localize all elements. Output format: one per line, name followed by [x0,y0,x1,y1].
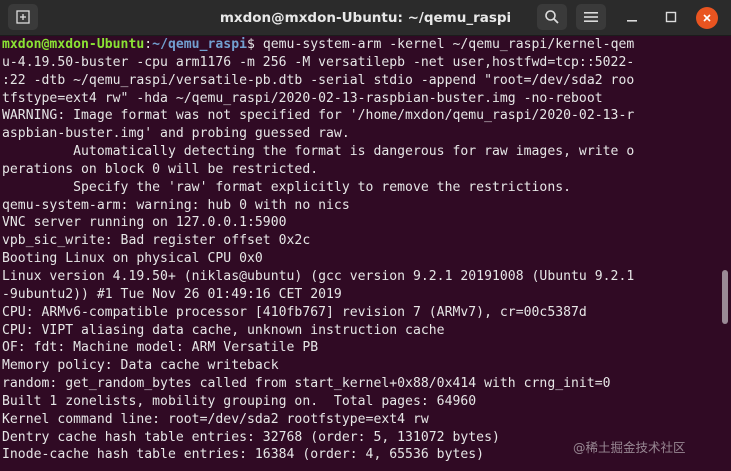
prompt-separator: : [144,37,153,52]
output-line: random: get_random_bytes called from sta… [2,376,611,392]
output-line: tfstype=ext4 rw" -hda ~/qemu_raspi/2020-… [2,90,603,106]
terminal-output[interactable]: mxdon@mxdon-Ubuntu:~/qemu_raspi$ qemu-sy… [0,36,716,471]
close-icon [703,14,711,22]
menu-button[interactable] [576,4,606,30]
output-line: u-4.19.50-buster -cpu arm1176 -m 256 -M … [2,54,635,70]
title-bar: mxdon@mxdon-Ubuntu: ~/qemu_raspi [0,0,731,36]
watermark-text: @稀土掘金技术社区 [573,439,686,455]
hamburger-menu-icon [584,12,598,22]
scrollbar-thumb[interactable] [722,270,728,324]
search-button[interactable] [537,4,567,30]
output-lines: u-4.19.50-buster -cpu arm1176 -m 256 -M … [0,54,716,464]
maximize-icon [665,11,677,23]
output-line: qemu-system-arm: warning: hub 0 with no … [2,197,350,213]
output-line: WARNING: Image format was not specified … [2,108,635,124]
output-line: OF: fdt: Machine model: ARM Versatile PB [2,340,319,356]
output-line: CPU: ARMv6-compatible processor [410fb76… [2,304,587,320]
command-text: qemu-system-arm -kernel ~/qemu_raspi/ker… [262,37,635,52]
output-line: -9ubuntu2)) #1 Tue Nov 26 01:49:16 CET 2… [2,286,342,302]
prompt-line: mxdon@mxdon-Ubuntu:~/qemu_raspi$ qemu-sy… [0,36,716,54]
output-line: Memory policy: Data cache writeback [2,358,279,374]
prompt-symbol: $ [247,37,263,52]
output-line: Built 1 zonelists, mobility grouping on.… [2,393,477,409]
output-line: :22 -dtb ~/qemu_raspi/versatile-pb.dtb -… [2,72,635,88]
output-line: Booting Linux on physical CPU 0x0 [2,251,263,267]
output-line: VNC server running on 127.0.0.1:5900 [2,215,287,231]
watermark: @稀土掘金技术社区 [573,436,686,456]
close-button[interactable] [696,7,718,29]
prompt-path: ~/qemu_raspi [152,37,248,52]
prompt-user: mxdon@mxdon-Ubuntu [2,37,145,52]
output-line: perations on block 0 will be restricted. [2,161,319,177]
minimize-icon [627,20,637,22]
search-icon [545,10,559,24]
output-line: Specify the 'raw' format explicitly to r… [2,179,572,195]
new-tab-button[interactable] [8,4,38,30]
minimize-button[interactable] [617,4,647,30]
new-tab-icon [16,10,30,24]
maximize-button[interactable] [656,4,686,30]
output-line: aspbian-buster.img' and probing guessed … [2,126,350,142]
output-line: CPU: VIPT aliasing data cache, unknown i… [2,322,445,338]
output-line: vpb_sic_write: Bad register offset 0x2c [2,233,311,249]
output-line: Automatically detecting the format is da… [2,144,635,160]
output-line: Linux version 4.19.50+ (niklas@ubuntu) (… [2,268,635,284]
output-line: Kernel command line: root=/dev/sda2 root… [2,411,429,427]
